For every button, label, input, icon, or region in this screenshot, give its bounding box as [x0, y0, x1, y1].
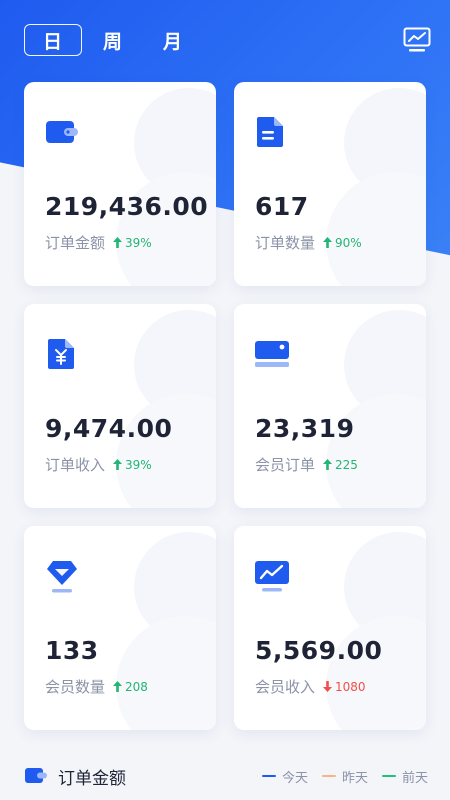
card-decoration: [116, 616, 216, 730]
stat-label: 会员收入: [255, 678, 316, 696]
stat-label-row: 会员订单 225: [255, 454, 358, 475]
legend-item-day-before[interactable]: 前天: [381, 767, 428, 786]
stat-card-member-orders[interactable]: 23,319 会员订单 225: [234, 304, 426, 508]
tab-day[interactable]: 日: [24, 24, 82, 56]
stat-label-row: 订单数量 90%: [255, 232, 362, 253]
stat-delta-value: 90%: [335, 235, 362, 250]
legend-item-yesterday[interactable]: 昨天: [321, 767, 368, 786]
stat-value: 23,319: [255, 414, 355, 443]
arrow-up-icon: [113, 237, 123, 248]
stat-delta: 208: [113, 680, 148, 694]
stat-delta: 1080: [323, 680, 366, 694]
stat-card-member-count[interactable]: 133 会员数量 208: [24, 526, 216, 730]
arrow-up-icon: [323, 237, 333, 248]
wallet-icon: [25, 768, 47, 783]
period-tabs-bar: 日 周 月: [24, 22, 432, 58]
wallet-icon: [46, 121, 78, 143]
stat-delta-value: 225: [335, 457, 358, 472]
arrow-down-icon: [323, 681, 333, 692]
legend-label: 昨天: [341, 770, 368, 786]
stat-delta: 39%: [113, 236, 152, 250]
stat-delta-value: 208: [125, 679, 148, 694]
stat-label: 会员数量: [45, 678, 106, 696]
stat-delta-value: 39%: [125, 235, 152, 250]
stats-grid: 219,436.00 订单金额 39% 617 订单数量 90% 9,474.0…: [24, 82, 426, 730]
stat-value: 219,436.00: [45, 192, 209, 221]
arrow-up-icon: [113, 681, 123, 692]
stat-value: 133: [45, 636, 99, 665]
stat-label: 订单数量: [255, 234, 316, 252]
trend-chart-icon: [403, 27, 431, 52]
stat-delta-value: 39%: [125, 457, 152, 472]
card-decoration: [326, 172, 426, 286]
stat-delta: 225: [323, 458, 358, 472]
arrow-up-icon: [323, 459, 333, 470]
stat-delta: 90%: [323, 236, 362, 250]
legend-line: [261, 775, 276, 777]
stat-label: 订单金额: [45, 234, 106, 252]
tab-month[interactable]: 月: [144, 24, 202, 56]
legend-item-today[interactable]: 今天: [261, 767, 308, 786]
stat-card-order-income[interactable]: 9,474.00 订单收入 39%: [24, 304, 216, 508]
order-amount-section-header: 订单金额 今天 昨天 前天: [24, 756, 428, 796]
legend-label: 今天: [281, 770, 308, 786]
chart-legend: 今天 昨天 前天: [248, 767, 428, 786]
section-title: 订单金额: [58, 768, 126, 789]
stat-delta: 39%: [113, 458, 152, 472]
stat-label-row: 订单金额 39%: [45, 232, 152, 253]
card-icon: [255, 341, 289, 367]
yuan-document-icon: [48, 339, 74, 369]
stat-value: 617: [255, 192, 309, 221]
diamond-icon: [47, 561, 77, 593]
document-icon: [257, 117, 283, 147]
tab-week[interactable]: 周: [84, 24, 142, 56]
card-decoration: [116, 172, 216, 286]
monitor-trend-icon: [255, 561, 289, 592]
stat-value: 5,569.00: [255, 636, 383, 665]
stat-value: 9,474.00: [45, 414, 173, 443]
stat-label-row: 会员收入 1080: [255, 676, 366, 697]
stat-delta-value: 1080: [335, 679, 366, 694]
card-decoration: [326, 616, 426, 730]
stat-label: 会员订单: [255, 456, 316, 474]
stat-label: 订单收入: [45, 456, 106, 474]
card-decoration: [326, 394, 426, 508]
legend-label: 前天: [401, 770, 428, 786]
stat-card-member-income[interactable]: 5,569.00 会员收入 1080: [234, 526, 426, 730]
arrow-up-icon: [113, 459, 123, 470]
stat-card-order-count[interactable]: 617 订单数量 90%: [234, 82, 426, 286]
legend-line: [321, 775, 336, 777]
card-decoration: [116, 394, 216, 508]
trend-chart-button[interactable]: [402, 25, 432, 55]
legend-line: [381, 775, 396, 777]
stat-label-row: 会员数量 208: [45, 676, 148, 697]
stat-label-row: 订单收入 39%: [45, 454, 152, 475]
stat-card-order-amount[interactable]: 219,436.00 订单金额 39%: [24, 82, 216, 286]
